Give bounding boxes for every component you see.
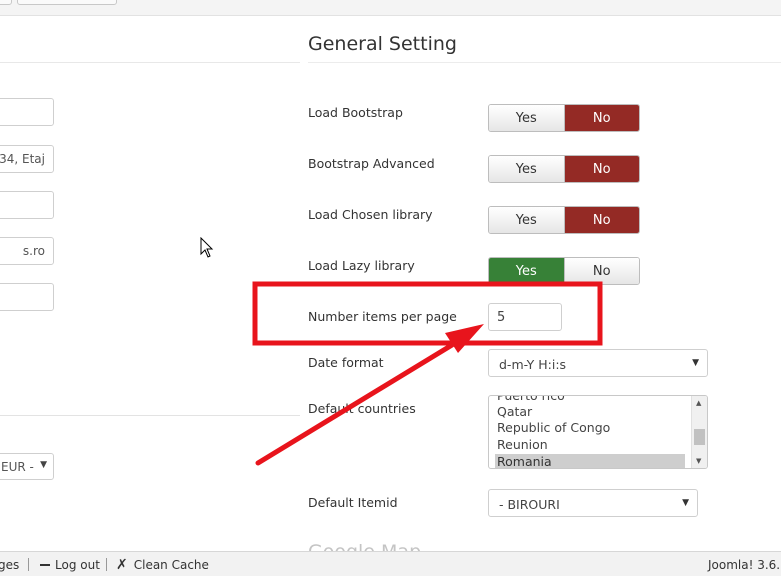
list-item-selected[interactable]: Romania [495, 454, 685, 468]
annotation-arrow-head [445, 324, 484, 353]
mouse-cursor-icon [200, 237, 214, 258]
logout-label: Log out [55, 558, 100, 572]
load-lazy-label: Load Lazy library [308, 258, 415, 273]
bootstrap-advanced-toggle: Yes No [488, 155, 640, 183]
load-lazy-no-button[interactable]: No [563, 258, 639, 284]
status-divider [28, 558, 29, 571]
left-divider [0, 415, 300, 416]
toolbar-button[interactable] [17, 0, 117, 5]
broom-icon: ✗ [116, 557, 128, 573]
currency-select-value: EUR - [1, 460, 34, 474]
date-format-label: Date format [308, 355, 384, 370]
load-bootstrap-toggle: Yes No [488, 104, 640, 132]
bootstrap-advanced-label: Bootstrap Advanced [308, 156, 435, 171]
load-bootstrap-yes-button[interactable]: Yes [489, 105, 564, 131]
version-label: Joomla! 3.6.5 [708, 558, 781, 572]
default-itemid-value: - BIROURI [499, 497, 560, 512]
date-format-value: d-m-Y H:i:s [499, 357, 567, 372]
load-chosen-yes-button[interactable]: Yes [489, 207, 564, 233]
load-chosen-label: Load Chosen library [308, 207, 433, 222]
messages-link[interactable]: ges [0, 558, 19, 572]
chevron-down-icon: ▼ [40, 460, 47, 470]
title-divider [308, 62, 781, 63]
website-field[interactable]: s.ro [0, 237, 54, 265]
default-countries-list[interactable]: Puerto rico Qatar Republic of Congo Reun… [488, 395, 708, 469]
items-per-page-input[interactable]: 5 [488, 303, 562, 331]
page: 34, Etaj s.ro EUR - ▼ General Setting Lo… [0, 0, 781, 576]
clean-cache-link[interactable]: ✗ Clean Cache [116, 558, 209, 572]
status-bar: ges Log out ✗ Clean Cache Joomla! 3.6.5 [0, 551, 781, 576]
left-divider [0, 62, 300, 63]
address-field-1[interactable] [0, 98, 54, 126]
date-format-select[interactable]: d-m-Y H:i:s ▼ [488, 349, 708, 377]
load-lazy-yes-button[interactable]: Yes [489, 258, 564, 284]
toolbar-button[interactable] [0, 0, 12, 5]
list-item[interactable]: Reunion [497, 437, 548, 452]
default-itemid-select[interactable]: - BIROURI ▼ [488, 489, 698, 517]
status-divider [106, 558, 107, 571]
scroll-up-icon[interactable]: ▲ [696, 399, 701, 407]
default-countries-label: Default countries [308, 401, 416, 416]
chevron-down-icon: ▼ [682, 498, 689, 508]
scrollbar-thumb[interactable] [694, 429, 705, 445]
load-chosen-toggle: Yes No [488, 206, 640, 234]
list-scrollbar[interactable]: ▲ ▼ [691, 396, 707, 468]
default-itemid-label: Default Itemid [308, 495, 398, 510]
clean-cache-label: Clean Cache [133, 558, 209, 572]
load-chosen-no-button[interactable]: No [563, 207, 639, 233]
page-title: General Setting [308, 33, 457, 55]
list-item[interactable]: Qatar [497, 404, 532, 419]
chevron-down-icon: ▼ [692, 358, 699, 368]
scroll-down-icon[interactable]: ▼ [696, 457, 701, 465]
logout-link[interactable]: Log out [40, 558, 100, 572]
list-item[interactable]: Puerto rico [497, 396, 565, 403]
list-item[interactable]: Republic of Congo [497, 420, 610, 435]
currency-select[interactable]: EUR - ▼ [0, 453, 54, 480]
bootstrap-advanced-yes-button[interactable]: Yes [489, 156, 564, 182]
load-bootstrap-no-button[interactable]: No [563, 105, 639, 131]
address-field[interactable]: 34, Etaj [0, 145, 54, 173]
city-field[interactable] [0, 191, 54, 219]
minus-icon [40, 564, 50, 566]
phone-field[interactable] [0, 283, 54, 311]
bootstrap-advanced-no-button[interactable]: No [563, 156, 639, 182]
top-toolbar [0, 0, 781, 16]
items-per-page-label: Number items per page [308, 309, 457, 324]
load-lazy-toggle: Yes No [488, 257, 640, 285]
load-bootstrap-label: Load Bootstrap [308, 105, 403, 120]
